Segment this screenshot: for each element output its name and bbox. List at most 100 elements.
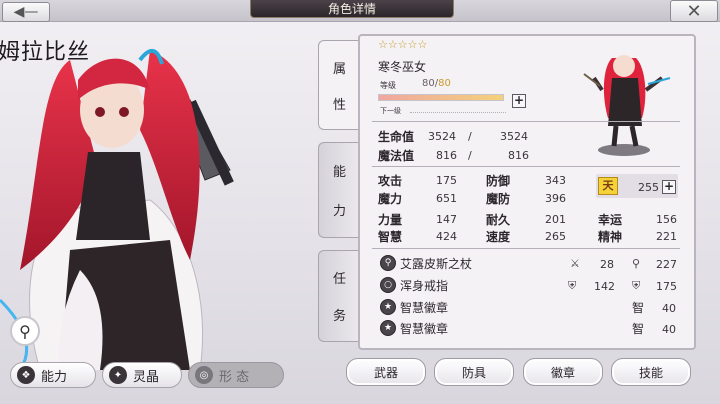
sky-icon: 天 (598, 177, 618, 195)
level-current: 80 (422, 78, 435, 89)
equipment-stat-value: 227 (656, 258, 677, 271)
equipment-name: 浑身戒指 (400, 278, 449, 293)
character-sprite (583, 55, 671, 156)
equipment-stat-value: 142 (594, 280, 615, 293)
character-name: 姆拉比丝 (0, 40, 91, 65)
form-icon: ◎ (195, 366, 213, 384)
stat-label: 速度 (486, 230, 511, 244)
mp-current: 816 (436, 149, 457, 162)
stat-label: 魔防 (486, 192, 511, 206)
stat-value: 396 (545, 192, 566, 205)
stat-value: 343 (545, 174, 566, 187)
stat-label: 攻击 (378, 174, 403, 188)
close-icon: ✕ (686, 0, 702, 22)
side-tab-attributes[interactable]: 属 性 (318, 40, 360, 130)
stat-value: 221 (656, 230, 677, 243)
left-tab-bar: ❖ 能力 ✦ 灵晶 ◎ 形 态 (10, 362, 284, 388)
stat-label: 防御 (486, 174, 511, 188)
stat-label: 智慧 (378, 230, 403, 244)
side-tab-char: 务 (332, 309, 346, 324)
level-label: 等级 (380, 81, 396, 90)
mp-max: 816 (508, 149, 529, 162)
stat-label: 精神 (598, 230, 623, 244)
zoom-button[interactable]: ⚲ (10, 316, 40, 346)
side-tab-char: 性 (332, 97, 346, 113)
stat-label: 幸运 (598, 213, 623, 227)
equipment-stat-label: 智 (632, 301, 645, 315)
wand-icon: ⚲ (632, 257, 641, 270)
badge-icon: ★ (380, 299, 396, 315)
magnifier-icon: ⚲ (19, 321, 31, 341)
magic-shield-icon: ⛨ (632, 279, 641, 292)
side-tab-char: 力 (332, 204, 346, 219)
tab-gem[interactable]: ✦ 灵晶 (102, 362, 182, 388)
level-progress-fill (379, 95, 503, 100)
side-tab-char: 属 (332, 61, 346, 77)
equipment-row[interactable]: ★ 智慧徽章 (380, 319, 448, 337)
stat-value: 175 (436, 174, 457, 187)
mp-separator: / (468, 149, 472, 162)
badge-icon: ★ (380, 320, 396, 336)
job-title: 寒冬巫女 (378, 60, 427, 74)
arrow-left-icon: ◀— (13, 4, 39, 20)
stat-label: 力量 (378, 213, 403, 227)
page-title: 角色详情 (250, 0, 454, 18)
stat-value: 265 (545, 230, 566, 243)
stat-value: 156 (656, 213, 677, 226)
equipment-row[interactable]: ★ 智慧徽章 (380, 298, 448, 316)
hp-max: 3524 (500, 130, 528, 143)
section-divider (372, 121, 680, 122)
mp-label: 魔法值 (378, 149, 415, 163)
stat-value: 147 (436, 213, 457, 226)
tab-ability-label: 能力 (41, 369, 68, 385)
skill-button[interactable]: 技能 (611, 358, 691, 386)
stat-label: 耐久 (486, 213, 511, 227)
equipment-name: 智慧徽章 (400, 300, 449, 315)
back-button[interactable]: ◀— (2, 2, 50, 22)
level-value: 80/80 (422, 78, 451, 89)
badge-button[interactable]: 徽章 (523, 358, 603, 386)
next-level-line (410, 112, 506, 113)
character-portrait (0, 49, 234, 370)
close-button[interactable]: ✕ (670, 0, 718, 22)
side-tab-char: 任 (332, 272, 346, 287)
tab-ability[interactable]: ❖ 能力 (10, 362, 96, 388)
ring-icon: ○ (380, 277, 396, 293)
sky-points-value: 255 (638, 181, 659, 194)
shield-icon: ⛨ (568, 279, 577, 292)
tab-form[interactable]: ◎ 形 态 (188, 362, 284, 388)
side-tab-ability[interactable]: 能 力 (318, 142, 360, 238)
equipment-stat-value: 40 (662, 302, 676, 315)
equipment-stat-value: 40 (662, 323, 676, 336)
next-level-label: 下一级 (380, 107, 401, 115)
sky-plus-button[interactable]: + (662, 180, 676, 194)
weapon-button[interactable]: 武器 (346, 358, 426, 386)
stat-value: 201 (545, 213, 566, 226)
section-divider (372, 166, 680, 167)
level-plus-button[interactable]: + (512, 94, 526, 108)
stat-value: 424 (436, 230, 457, 243)
side-tab-quest[interactable]: 任 务 (318, 250, 360, 342)
equipment-row[interactable]: ○ 浑身戒指 (380, 276, 448, 294)
star-rating: ☆☆☆☆☆ (378, 38, 428, 51)
section-divider (372, 248, 680, 249)
hp-label: 生命值 (378, 130, 415, 144)
side-tab-char: 能 (332, 165, 346, 180)
stat-value: 651 (436, 192, 457, 205)
equipment-stat-label: 智 (632, 322, 645, 336)
level-progress-bar (378, 94, 504, 101)
equipment-stat-value: 175 (656, 280, 677, 293)
hp-separator: / (468, 130, 472, 143)
armor-button[interactable]: 防具 (434, 358, 514, 386)
tab-gem-label: 灵晶 (133, 369, 160, 385)
equipment-name: 艾露皮斯之杖 (400, 256, 473, 271)
gem-icon: ✦ (109, 366, 127, 384)
level-cap: 80 (438, 78, 451, 89)
stat-label: 魔力 (378, 192, 403, 206)
staff-icon: ⚲ (380, 255, 396, 271)
equipment-name: 智慧徽章 (400, 321, 449, 336)
equipment-stat-value: 28 (600, 258, 614, 271)
equipment-row[interactable]: ⚲ 艾露皮斯之杖 (380, 254, 472, 272)
hp-current: 3524 (428, 130, 456, 143)
sword-icon: ⚔ (570, 257, 580, 270)
